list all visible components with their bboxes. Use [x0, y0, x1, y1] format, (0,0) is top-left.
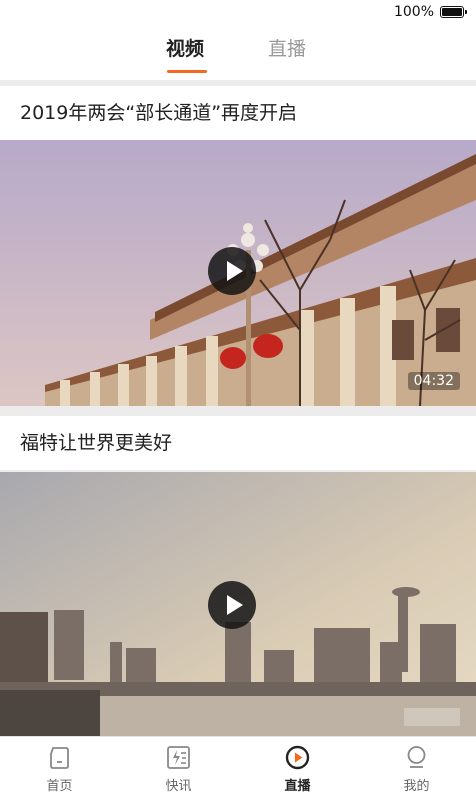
tab-live[interactable]: 直播 — [268, 34, 306, 61]
profile-icon — [407, 746, 426, 768]
status-bar: 100% — [0, 0, 476, 26]
nav-label-home: 首页 — [46, 779, 73, 794]
home-icon — [50, 747, 69, 769]
top-tab-bar: 视频 直播 — [0, 26, 476, 80]
play-icon[interactable] — [208, 581, 256, 629]
video-title[interactable]: 福特让世界更美好 — [0, 416, 476, 470]
active-tab-indicator — [167, 70, 207, 73]
nav-item-home[interactable]: 首页 — [0, 737, 119, 797]
play-icon[interactable] — [208, 247, 256, 295]
nav-label-profile: 我的 — [403, 779, 430, 794]
nav-item-profile[interactable]: 我的 — [357, 737, 476, 797]
video-duration: 04:32 — [407, 372, 460, 390]
tab-video[interactable]: 视频 — [166, 34, 204, 61]
bottom-nav: 首页 快讯 直播 我的 — [0, 736, 476, 797]
nav-item-live[interactable]: 直播 — [238, 737, 357, 797]
battery-percent: 100% — [393, 4, 434, 20]
flash-news-icon — [167, 746, 190, 769]
nav-label-live: 直播 — [284, 779, 311, 794]
live-play-icon — [285, 745, 310, 770]
video-title[interactable]: 2019年两会“部长通道”再度开启 — [0, 86, 476, 140]
nav-label-flash-news: 快讯 — [165, 779, 192, 794]
nav-item-flash-news[interactable]: 快讯 — [119, 737, 238, 797]
battery-icon — [440, 6, 467, 18]
